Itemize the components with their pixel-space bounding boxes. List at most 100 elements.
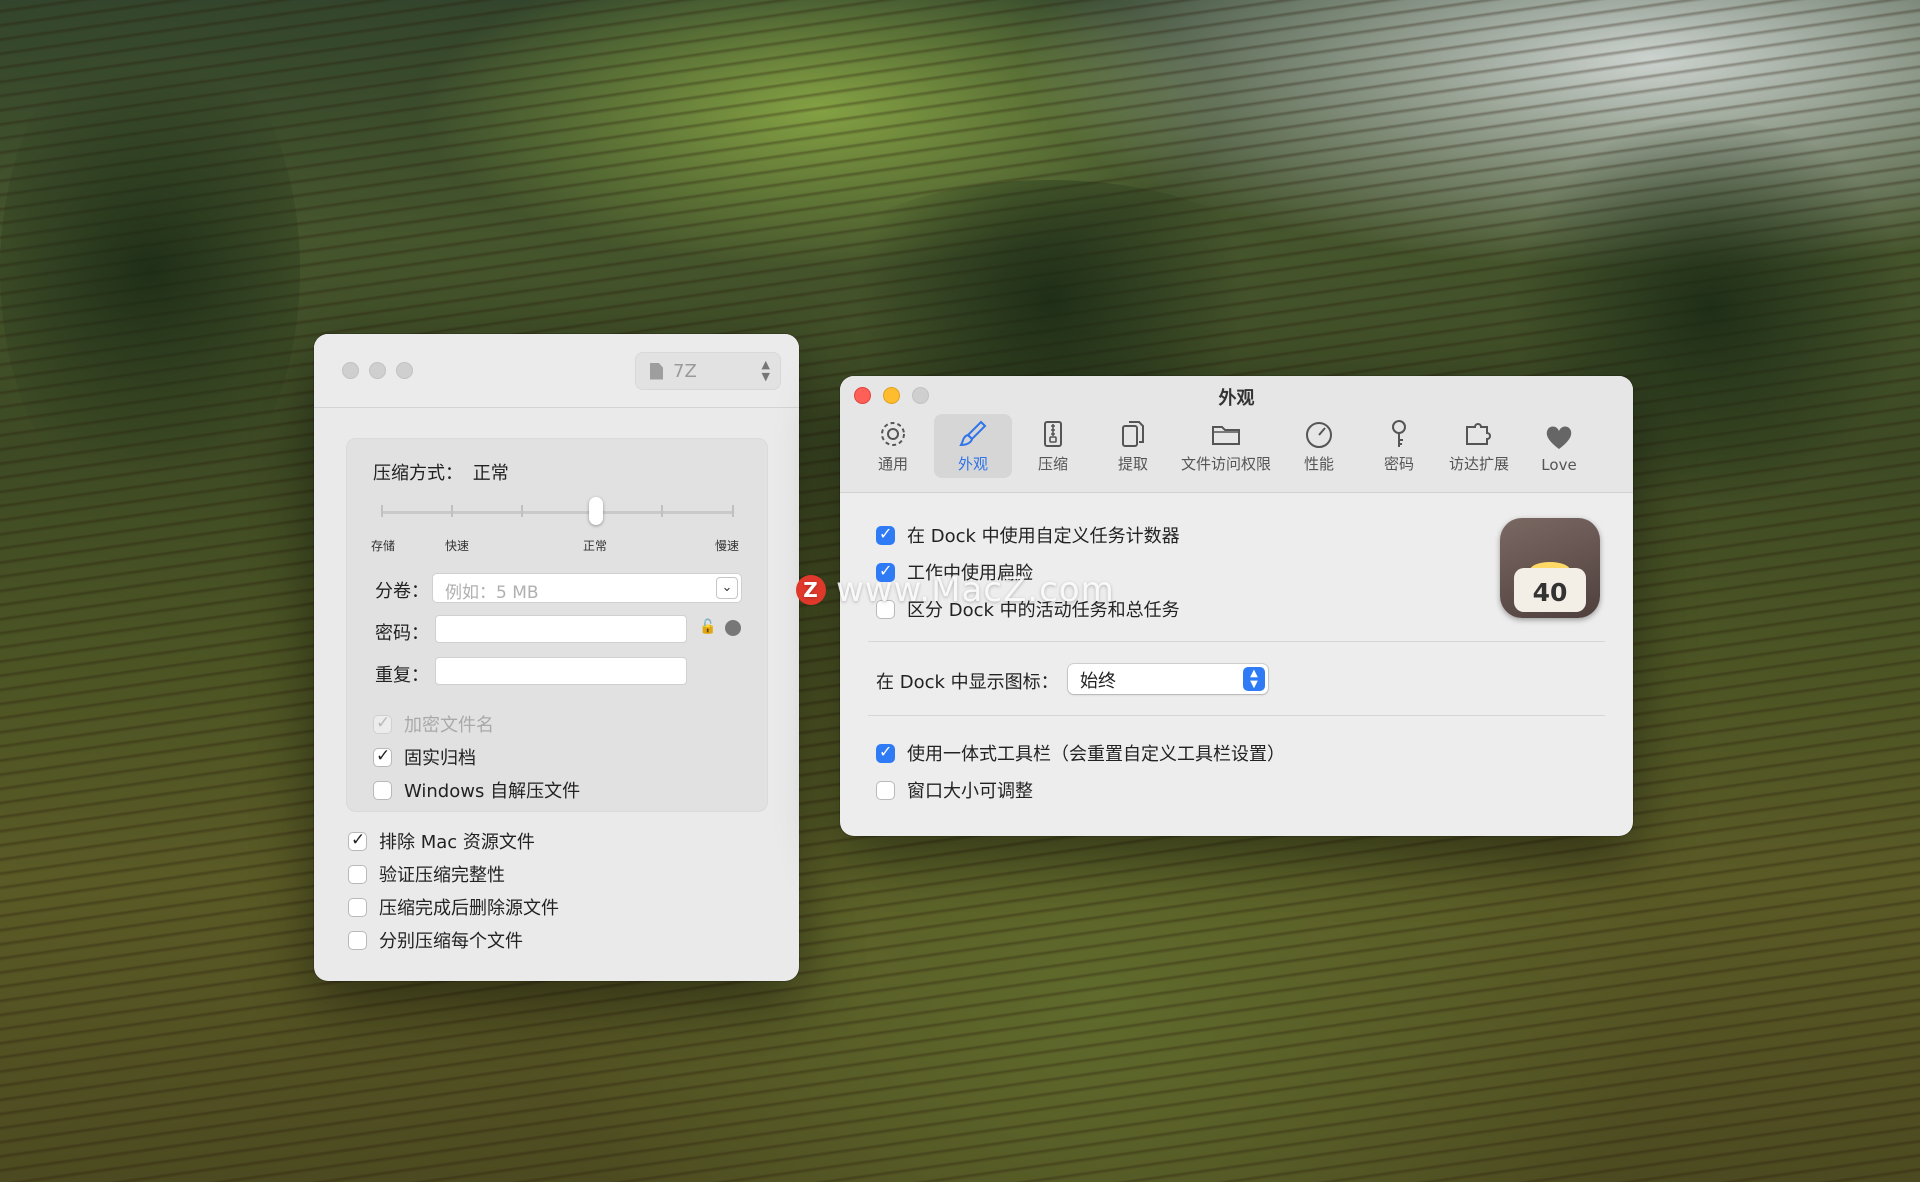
dock-task-count-badge: 40 — [1532, 578, 1568, 607]
repeat-password-field[interactable] — [435, 657, 687, 685]
compression-slider-knob[interactable] — [589, 497, 603, 525]
tab-extract-label: 提取 — [1117, 455, 1148, 473]
tab-general[interactable]: 通用 — [854, 414, 932, 478]
tab-extract[interactable]: 提取 — [1094, 414, 1172, 478]
gear-icon — [881, 422, 905, 446]
tab-compress[interactable]: 压缩 — [1014, 414, 1092, 478]
tab-appearance-label: 外观 — [957, 455, 988, 473]
exclude-mac-resources-checkbox[interactable] — [348, 830, 367, 851]
windows-sfx-checkbox[interactable] — [373, 780, 392, 800]
custom-task-counter-checkbox[interactable] — [876, 524, 895, 545]
slider-tick — [381, 505, 383, 517]
right-titlebar: 外观 通用 外观 压缩 提取 文件访问权限 性能 密码 访达扩展 Love — [840, 376, 1633, 493]
solid-archive-checkbox[interactable] — [373, 746, 392, 767]
tick-label-slow: 慢速 — [715, 539, 740, 553]
password-label: 密码： — [375, 623, 429, 644]
flat-face-label: 工作中使用扁脸 — [907, 563, 1033, 584]
encrypt-filenames-checkbox[interactable] — [373, 713, 392, 734]
tab-file-access[interactable]: 文件访问权限 — [1174, 414, 1278, 478]
exclude-mac-resources-label: 排除 Mac 资源文件 — [379, 832, 535, 853]
resizable-window-option[interactable]: 窗口大小可调整 — [876, 777, 1033, 803]
slider-tick — [521, 505, 523, 517]
format-value: 7Z — [673, 360, 697, 382]
tab-finder-extension[interactable]: 访达扩展 — [1440, 414, 1518, 478]
minimize-button[interactable] — [369, 362, 386, 379]
slider-tick — [661, 505, 663, 517]
split-label: 分卷： — [375, 581, 429, 602]
password-field[interactable] — [435, 615, 687, 643]
custom-task-counter-label: 在 Dock 中使用自定义任务计数器 — [907, 526, 1180, 547]
window-title: 外观 — [1218, 388, 1255, 409]
distinguish-tasks-label: 区分 Dock 中的活动任务和总任务 — [907, 600, 1180, 621]
zoom-button[interactable] — [396, 362, 413, 379]
resizable-window-label: 窗口大小可调整 — [907, 781, 1033, 802]
appearance-preferences-window: 外观 通用 外观 压缩 提取 文件访问权限 性能 密码 访达扩展 Love ✓ … — [840, 376, 1633, 836]
watermark-logo-icon: Z — [796, 575, 826, 605]
dock-icon-value: 始终 — [1080, 671, 1116, 692]
verify-integrity-checkbox[interactable] — [348, 864, 367, 884]
heart-icon — [1546, 426, 1572, 449]
section-divider — [868, 641, 1605, 642]
zip-icon — [1044, 421, 1062, 447]
file-icon — [650, 362, 663, 380]
background-forest — [0, 20, 300, 520]
compression-slider[interactable] — [382, 511, 734, 514]
compress-separately-label: 分别压缩每个文件 — [379, 931, 523, 952]
resizable-window-checkbox[interactable] — [876, 780, 895, 800]
tick-label-fast: 快速 — [445, 539, 470, 553]
section-divider — [868, 715, 1605, 716]
distinguish-tasks-checkbox[interactable] — [876, 599, 895, 619]
compression-method-value: 正常 — [472, 463, 509, 484]
compress-separately-checkbox[interactable] — [348, 930, 367, 950]
solid-archive-option[interactable]: 固实归档 — [373, 744, 476, 770]
encrypt-filenames-label: 加密文件名 — [404, 715, 494, 736]
custom-task-counter-option[interactable]: 在 Dock 中使用自定义任务计数器 — [876, 522, 1180, 548]
flat-face-checkbox[interactable] — [876, 561, 895, 582]
dock-icon-popup[interactable]: 始终 ▲ ▼ — [1068, 664, 1268, 694]
unlock-icon[interactable]: 🔓 — [699, 619, 716, 635]
delete-source-label: 压缩完成后删除源文件 — [379, 898, 559, 919]
traffic-lights — [342, 362, 413, 379]
left-titlebar: 7Z ▲ ▼ — [314, 334, 799, 408]
slider-tick — [451, 505, 453, 517]
split-placeholder: 例如：5 MB — [445, 583, 539, 603]
tab-love[interactable]: Love — [1520, 414, 1598, 478]
close-button[interactable] — [342, 362, 359, 379]
brush-icon — [959, 420, 987, 447]
archiver-app-icon: 40 — [1500, 518, 1600, 618]
tab-general-label: 通用 — [877, 455, 908, 473]
encrypt-filenames-option[interactable]: 加密文件名 — [373, 711, 494, 737]
unified-toolbar-label: 使用一体式工具栏（会重置自定义工具栏设置） — [907, 744, 1285, 765]
format-select[interactable]: 7Z ▲ ▼ — [635, 352, 781, 390]
eye-icon[interactable] — [725, 620, 741, 636]
dock-icon-label: 在 Dock 中显示图标： — [876, 672, 1059, 693]
tab-password[interactable]: 密码 — [1360, 414, 1438, 478]
chevron-down-icon[interactable]: ⌄ — [716, 577, 738, 599]
split-volume-combo[interactable]: 例如：5 MB ⌄ — [432, 573, 742, 603]
delete-source-checkbox[interactable] — [348, 897, 367, 917]
compression-method-row: 压缩方式： 正常 — [373, 459, 509, 485]
preferences-toolbar: 通用 外观 压缩 提取 文件访问权限 性能 密码 访达扩展 Love — [854, 414, 1598, 478]
unified-toolbar-checkbox[interactable] — [876, 742, 895, 763]
tick-label-store: 存储 — [371, 539, 396, 553]
tab-appearance[interactable]: 外观 — [934, 414, 1012, 478]
tab-password-label: 密码 — [1383, 455, 1414, 473]
delete-source-option[interactable]: 压缩完成后删除源文件 — [348, 894, 559, 920]
exclude-mac-resources-option[interactable]: 排除 Mac 资源文件 — [348, 828, 535, 854]
unified-toolbar-option[interactable]: 使用一体式工具栏（会重置自定义工具栏设置） — [876, 740, 1285, 766]
tab-file-access-label: 文件访问权限 — [1180, 455, 1271, 473]
tab-performance-label: 性能 — [1303, 455, 1334, 473]
compress-separately-option[interactable]: 分别压缩每个文件 — [348, 927, 523, 953]
verify-integrity-option[interactable]: 验证压缩完整性 — [348, 861, 505, 887]
windows-sfx-option[interactable]: Windows 自解压文件 — [373, 777, 580, 803]
folder-icon — [1212, 426, 1240, 445]
tab-finder-extension-label: 访达扩展 — [1448, 455, 1509, 473]
key-icon — [1392, 420, 1406, 447]
up-down-arrows-icon: ▲ ▼ — [761, 358, 770, 383]
compression-panel: 压缩方式： 正常 存储 快速 正常 慢速 分卷： 例如：5 MB ⌄ 密码： 🔓… — [346, 438, 768, 812]
extract-icon — [1122, 421, 1144, 447]
tab-performance[interactable]: 性能 — [1280, 414, 1358, 478]
flat-face-option[interactable]: 工作中使用扁脸 — [876, 559, 1033, 585]
distinguish-tasks-option[interactable]: 区分 Dock 中的活动任务和总任务 — [876, 596, 1180, 622]
verify-integrity-label: 验证压缩完整性 — [379, 865, 505, 886]
